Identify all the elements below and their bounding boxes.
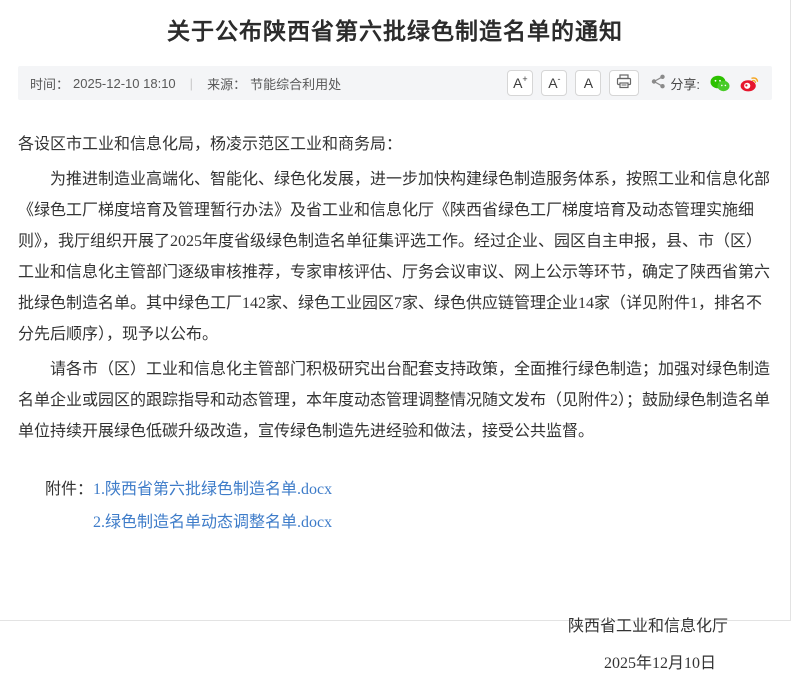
font-smaller-button[interactable]: A-: [541, 70, 567, 96]
attachment-row: 附件：1.陕西省第六批绿色制造名单.docx: [45, 473, 772, 506]
meta-toolbar: A+ A- A: [499, 70, 760, 96]
notice-page: 关于公布陕西省第六批绿色制造名单的通知 时间： 2025-12-10 18:10…: [0, 0, 791, 621]
signature-date: 2025年12月10日: [18, 654, 772, 674]
meta-divider: |: [190, 76, 193, 91]
source-value: 节能综合利用处: [250, 74, 341, 93]
share-nodes-icon[interactable]: [651, 74, 666, 92]
font-larger-button[interactable]: A+: [507, 70, 533, 96]
page-title: 关于公布陕西省第六批绿色制造名单的通知: [18, 0, 772, 46]
source-label: 来源：: [207, 74, 246, 93]
share-label: 分享:: [670, 74, 700, 93]
printer-icon: [616, 74, 632, 92]
signature-block: 陕西省工业和信息化厅 2025年12月10日: [18, 617, 772, 674]
font-reset-button[interactable]: A: [575, 70, 601, 96]
weibo-share-icon[interactable]: [740, 75, 760, 92]
attachments-section: 附件：1.陕西省第六批绿色制造名单.docx 附件：2.绿色制造名单动态调整名单…: [45, 473, 772, 539]
wechat-share-icon[interactable]: [710, 75, 730, 92]
attachment-link-2[interactable]: 2.绿色制造名单动态调整名单.docx: [93, 514, 332, 531]
font-reset-label: A: [584, 71, 593, 95]
attachment-row: 附件：2.绿色制造名单动态调整名单.docx: [45, 506, 772, 539]
time-label: 时间：: [30, 74, 69, 93]
paragraph-2: 请各市（区）工业和信息化主管部门积极研究出台配套支持政策，全面推行绿色制造；加强…: [18, 354, 772, 447]
font-larger-label: A: [513, 71, 522, 95]
time-value: 2025-12-10 18:10: [73, 76, 176, 91]
font-smaller-label: A: [548, 71, 557, 95]
attachment-link-1[interactable]: 1.陕西省第六批绿色制造名单.docx: [93, 481, 332, 498]
attachments-label: 附件：: [45, 481, 93, 498]
font-smaller-sup: -: [558, 73, 561, 85]
paragraph-1: 为推进制造业高端化、智能化、绿色化发展，进一步加快构建绿色制造服务体系，按照工业…: [18, 164, 772, 350]
meta-info: 时间： 2025-12-10 18:10 | 来源： 节能综合利用处: [30, 74, 341, 93]
salutation: 各设区市工业和信息化局，杨凌示范区工业和商务局：: [18, 129, 772, 160]
font-larger-sup: +: [522, 73, 527, 85]
notice-body: 各设区市工业和信息化局，杨凌示范区工业和商务局： 为推进制造业高端化、智能化、绿…: [18, 129, 772, 447]
share-group: 分享:: [651, 74, 760, 93]
print-button[interactable]: [609, 70, 639, 96]
signature-agency: 陕西省工业和信息化厅: [18, 617, 772, 637]
meta-bar: 时间： 2025-12-10 18:10 | 来源： 节能综合利用处 A+ A-…: [18, 66, 772, 100]
